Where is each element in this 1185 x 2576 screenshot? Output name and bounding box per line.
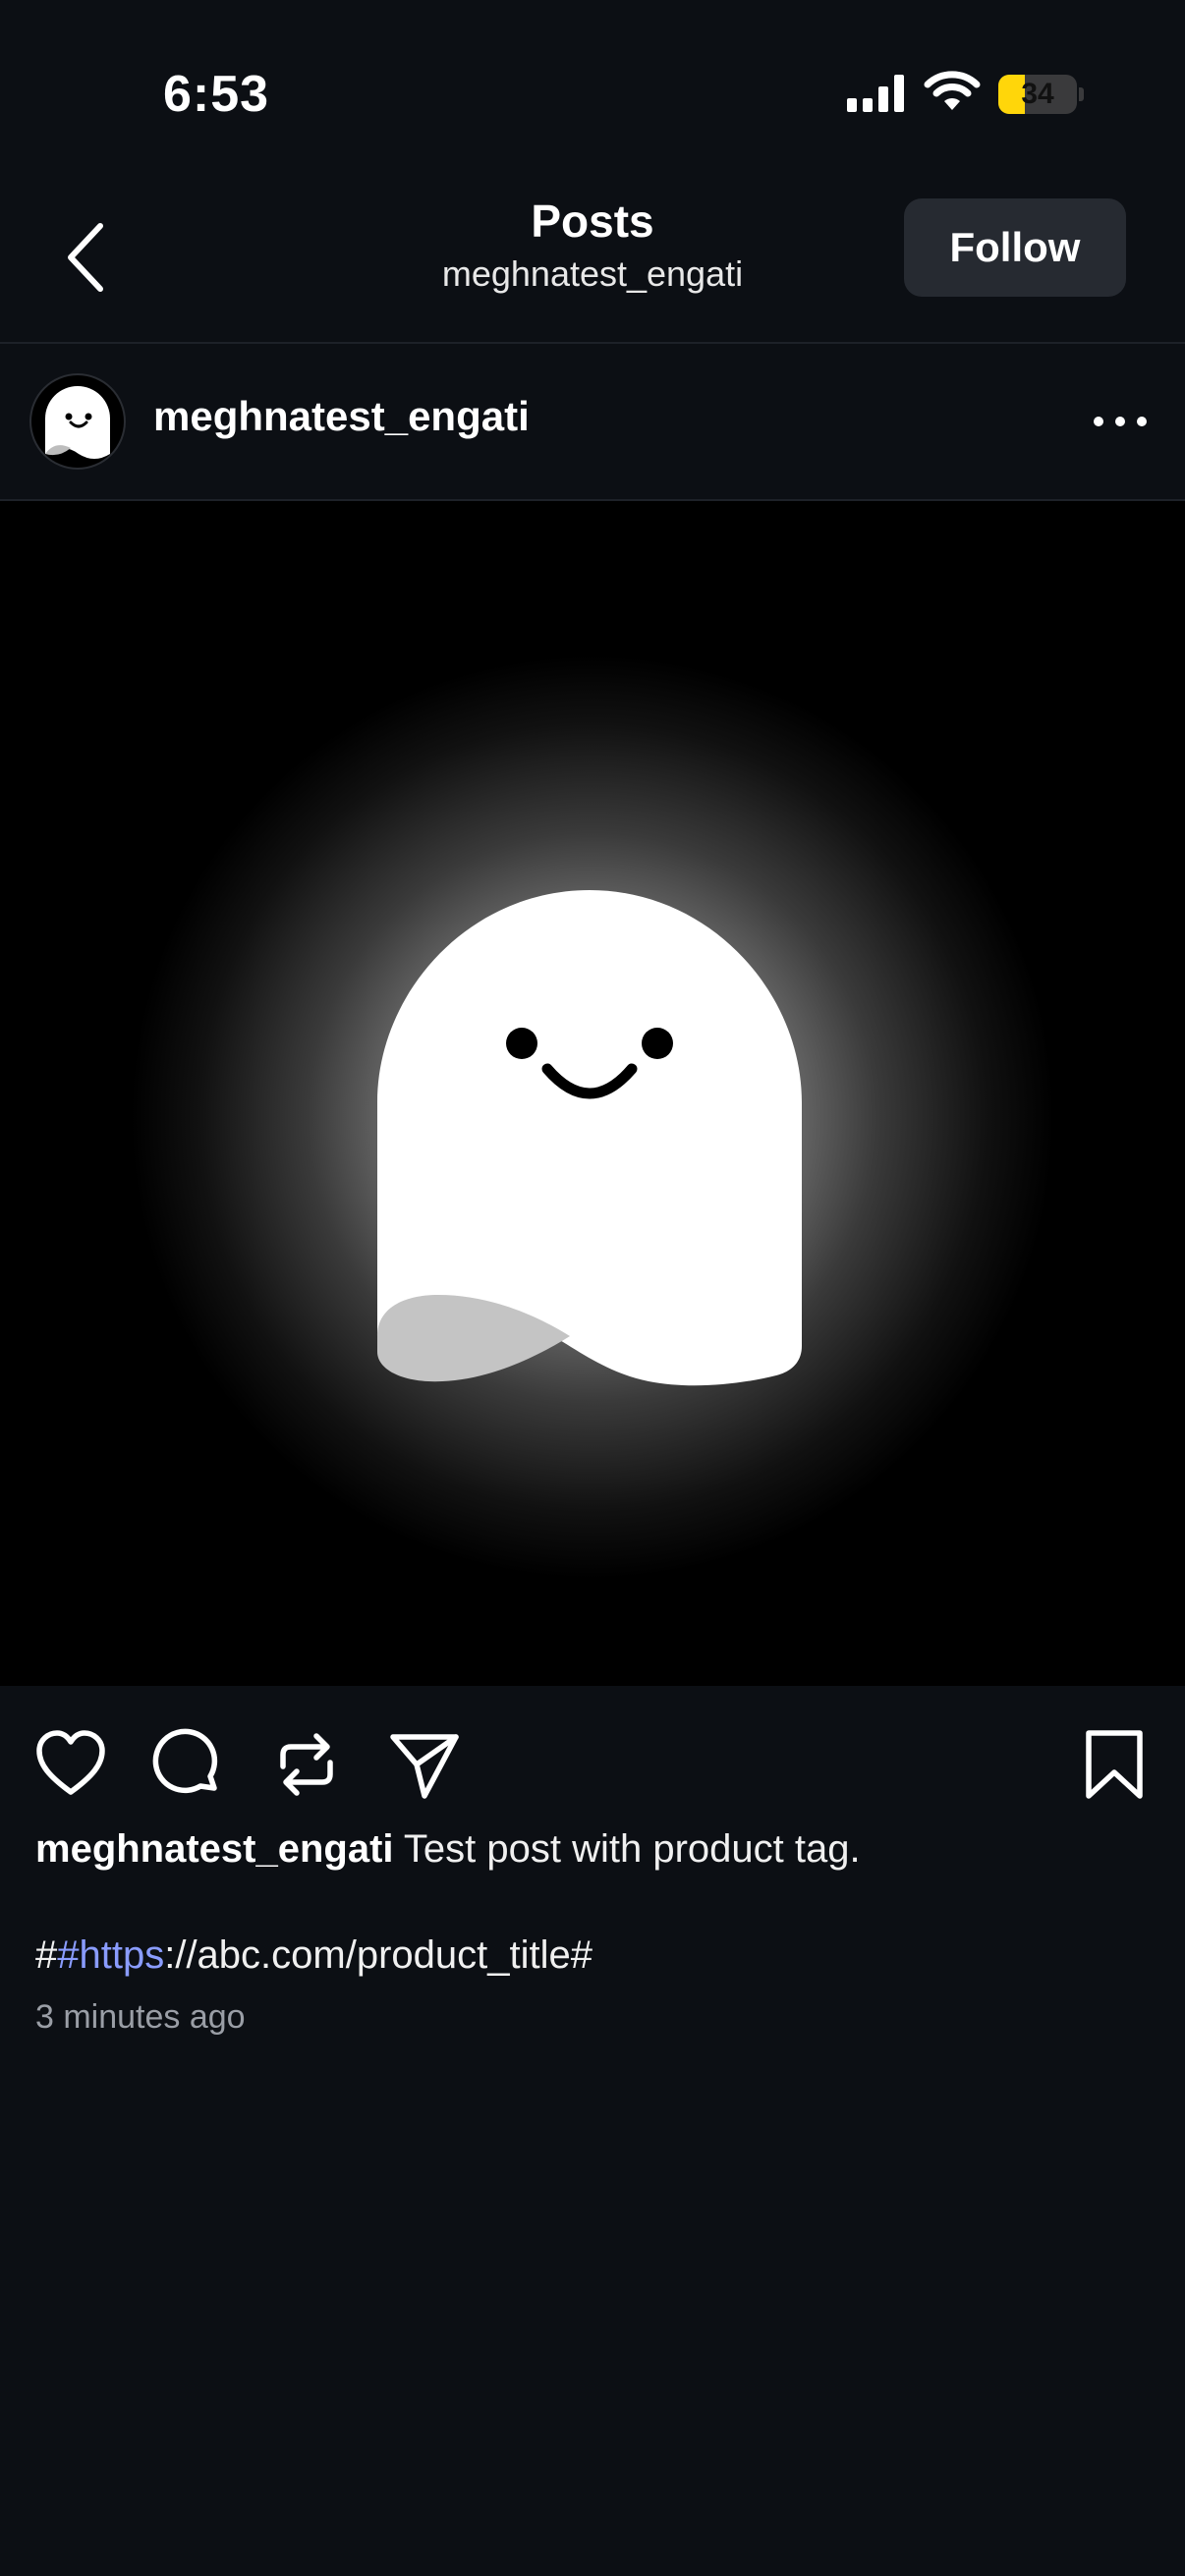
screen: 6:53 34 Posts meghnatest_engati Follow m… (0, 0, 1185, 2576)
post-caption: meghnatest_engati Test post with product… (35, 1823, 1146, 1875)
bookmark-icon[interactable] (1077, 1727, 1152, 1802)
caption-link-prefix: # (35, 1933, 58, 1977)
post-header: meghnatest_engati (0, 344, 1185, 501)
ghost-avatar-icon (45, 386, 110, 459)
caption-link-suffix: ://abc.com/product_title# (164, 1933, 592, 1977)
caption-username[interactable]: meghnatest_engati (35, 1827, 394, 1871)
post-timestamp: 3 minutes ago (35, 1998, 246, 2036)
status-time: 6:53 (163, 66, 270, 123)
battery-indicator: 34 (998, 75, 1077, 114)
heart-icon[interactable] (33, 1727, 108, 1802)
post-actions (0, 1686, 1185, 1829)
post-image[interactable] (0, 501, 1185, 1686)
wifi-icon (924, 71, 981, 110)
hashtag-link[interactable]: #https (57, 1933, 164, 1977)
ghost-illustration (377, 890, 802, 1386)
caption-text: Test post with product tag. (393, 1827, 861, 1871)
more-horizontal-icon[interactable] (1081, 395, 1159, 448)
status-bar: 6:53 34 (0, 0, 1185, 187)
battery-cap (1079, 87, 1084, 101)
cellular-signal-icon (847, 75, 904, 112)
repost-icon[interactable] (269, 1727, 344, 1802)
battery-level: 34 (1021, 78, 1054, 110)
send-icon[interactable] (387, 1727, 462, 1802)
post-username[interactable]: meghnatest_engati (153, 393, 530, 440)
nav-header: Posts meghnatest_engati Follow (0, 187, 1185, 344)
caption-link-line: ##https://abc.com/product_title# (35, 1930, 592, 1981)
avatar[interactable] (31, 375, 124, 468)
comment-icon[interactable] (151, 1727, 226, 1802)
follow-button[interactable]: Follow (904, 198, 1126, 297)
